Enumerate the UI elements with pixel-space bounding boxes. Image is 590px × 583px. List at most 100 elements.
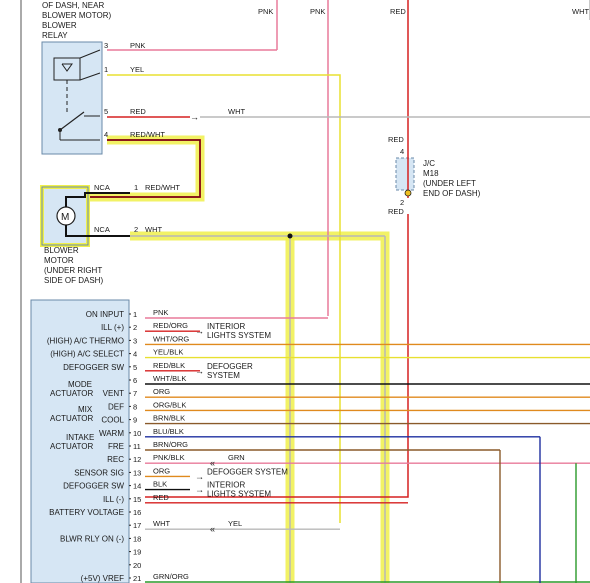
module-row-label: ILL (-) — [103, 495, 124, 504]
module-far-wire-label: GRN — [228, 453, 245, 462]
module-pin-number: 18 — [133, 534, 141, 543]
module-pin-number: 5 — [133, 363, 137, 372]
relay-body — [41, 41, 103, 155]
module-wire-arrow: → — [195, 471, 204, 481]
module-row-label: WARM — [99, 429, 124, 438]
group-mode-line-1: MODE — [68, 380, 92, 389]
jc-bottom-wire-label: RED — [388, 207, 404, 216]
module-pin-number: 15 — [133, 495, 141, 504]
motor-conn-label-2: NCA — [94, 225, 110, 234]
blower-relay: OF DASH, NEAR BLOWER MOTOR) BLOWER RELAY… — [41, 1, 245, 155]
relay-label-line-1: OF DASH, NEAR — [42, 1, 104, 10]
module-wire-destination: SYSTEM — [207, 371, 240, 380]
module-pin-number: 14 — [133, 482, 141, 491]
module-wire-label: ORG/BLK — [153, 400, 186, 409]
relay-label-line-2: BLOWER MOTOR) — [42, 11, 112, 20]
relay-label-line-3: BLOWER — [42, 21, 77, 30]
relay-pin-3: 3 — [104, 41, 108, 50]
wiring-diagram: PNK PNK RED WHT OF DASH, NEAR BLOWER MOT… — [20, 0, 590, 583]
module-wire-label: BLU/BLK — [153, 427, 184, 436]
module-pin-number: 9 — [133, 416, 137, 425]
jc-label-line-3: (UNDER LEFT — [423, 179, 476, 188]
module-wire-label: RED/ORG — [153, 321, 188, 330]
module-wire-label: PNK — [153, 308, 168, 317]
module-row-label: SENSOR SIG — [74, 468, 124, 477]
module-pin-number: 17 — [133, 521, 141, 530]
motor-pin-2: 2 — [134, 225, 138, 234]
wire-wht-splice — [287, 233, 293, 239]
module-row-label: (HIGH) A/C THERMO — [47, 336, 124, 345]
module-row-label: (HIGH) A/C SELECT — [50, 350, 124, 359]
module-pin-number: 20 — [133, 561, 141, 570]
module-wire-destination: DEFOGGER — [207, 362, 253, 371]
module-pin-number: 19 — [133, 548, 141, 557]
jc-label-line-2: M18 — [423, 169, 439, 178]
module-wire-label: RED — [153, 493, 169, 502]
connector-relay-red: → — [190, 112, 199, 122]
relay-wire-label-yel: YEL — [130, 65, 144, 74]
jc-label-line-1: J/C — [423, 159, 435, 168]
group-intake-line-1: INTAKE — [66, 433, 94, 442]
group-intake-line-2: ACTUATOR — [50, 442, 93, 451]
group-mix-line-2: ACTUATOR — [50, 414, 93, 423]
control-module: ON INPUT 1 PNKILL (+) 2 RED/ORG→ INTERIORLIGH… — [30, 299, 590, 583]
motor-label-line-3: (UNDER RIGHT — [44, 266, 102, 275]
module-row-label: BATTERY VOLTAGE — [49, 508, 124, 517]
relay-wire-label-pnk: PNK — [130, 41, 145, 50]
module-pin-number: 3 — [133, 336, 137, 345]
jc-bottom-pin: 2 — [400, 198, 404, 207]
motor-label-line-4: SIDE OF DASH) — [44, 276, 103, 285]
module-wire-destination: LIGHTS SYSTEM — [207, 331, 271, 340]
module-wire-arrow: → — [195, 326, 204, 336]
module-pin-number: 11 — [133, 442, 141, 451]
module-pin-number: 8 — [133, 402, 137, 411]
module-pin-number: 16 — [133, 508, 141, 517]
module-row-label: COOL — [101, 416, 124, 425]
module-pin-number: 21 — [133, 574, 141, 583]
relay-wire-label-red-wht: RED/WHT — [130, 130, 165, 139]
relay-wire-label-wht: WHT — [228, 107, 245, 116]
highlight-wht-branch — [130, 231, 390, 583]
module-wire-destination: INTERIOR — [207, 481, 245, 490]
module-wire-label: WHT/BLK — [153, 374, 186, 383]
motor-pin-1: 1 — [134, 183, 138, 192]
module-row-label: REC — [107, 455, 124, 464]
module-wire-label: GRN/ORG — [153, 572, 189, 581]
module-wire-label: BRN/BLK — [153, 414, 185, 423]
motor-label-line-2: MOTOR — [44, 256, 74, 265]
module-wire-label: WHT — [153, 519, 170, 528]
group-mode-line-2: ACTUATOR — [50, 389, 93, 398]
motor-wire-label-red-wht: RED/WHT — [145, 183, 180, 192]
module-row-label: ILL (+) — [101, 323, 124, 332]
jc-label-line-4: END OF DASH) — [423, 189, 481, 198]
module-row-label: DEFOGGER SW — [63, 482, 124, 491]
jc-top-pin: 4 — [400, 147, 404, 156]
module-pin-number: 13 — [133, 468, 141, 477]
junction-connector: RED 4 2 RED J/C M18 (UNDER LEFT END OF D… — [145, 135, 481, 498]
module-pin-number: 2 — [133, 323, 137, 332]
module-wire-label: BRN/ORG — [153, 440, 188, 449]
motor-label-line-1: BLOWER — [44, 246, 79, 255]
module-wire-label: RED/BLK — [153, 361, 185, 370]
module-wire-label: BLK — [153, 480, 167, 489]
top-wire-label-red: RED — [390, 7, 406, 16]
top-wire-label-pnk-1: PNK — [258, 7, 273, 16]
relay-pin-1: 1 — [104, 65, 108, 74]
module-wire-destination: LIGHTS SYSTEM — [207, 490, 271, 499]
jc-body — [395, 157, 415, 191]
module-wire-destination: DEFOGGER SYSTEM — [207, 467, 288, 476]
module-wire-label: PNK/BLK — [153, 453, 185, 462]
motor-wire-label-wht: WHT — [145, 225, 162, 234]
relay-pin-5: 5 — [104, 107, 108, 116]
top-wires: PNK PNK RED WHT — [107, 0, 590, 316]
top-wire-label-pnk-2: PNK — [310, 7, 325, 16]
module-pin-number: 4 — [133, 350, 137, 359]
module-row-label: ON INPUT — [86, 310, 124, 319]
module-wire-arrow: → — [195, 366, 204, 376]
top-wire-label-wht: WHT — [572, 7, 589, 16]
module-row-label: VENT — [103, 389, 124, 398]
relay-wire-label-red: RED — [130, 107, 146, 116]
module-wire-label: YEL/BLK — [153, 348, 183, 357]
module-wire-label: WHT/ORG — [153, 334, 189, 343]
group-mix-line-1: MIX — [78, 405, 93, 414]
